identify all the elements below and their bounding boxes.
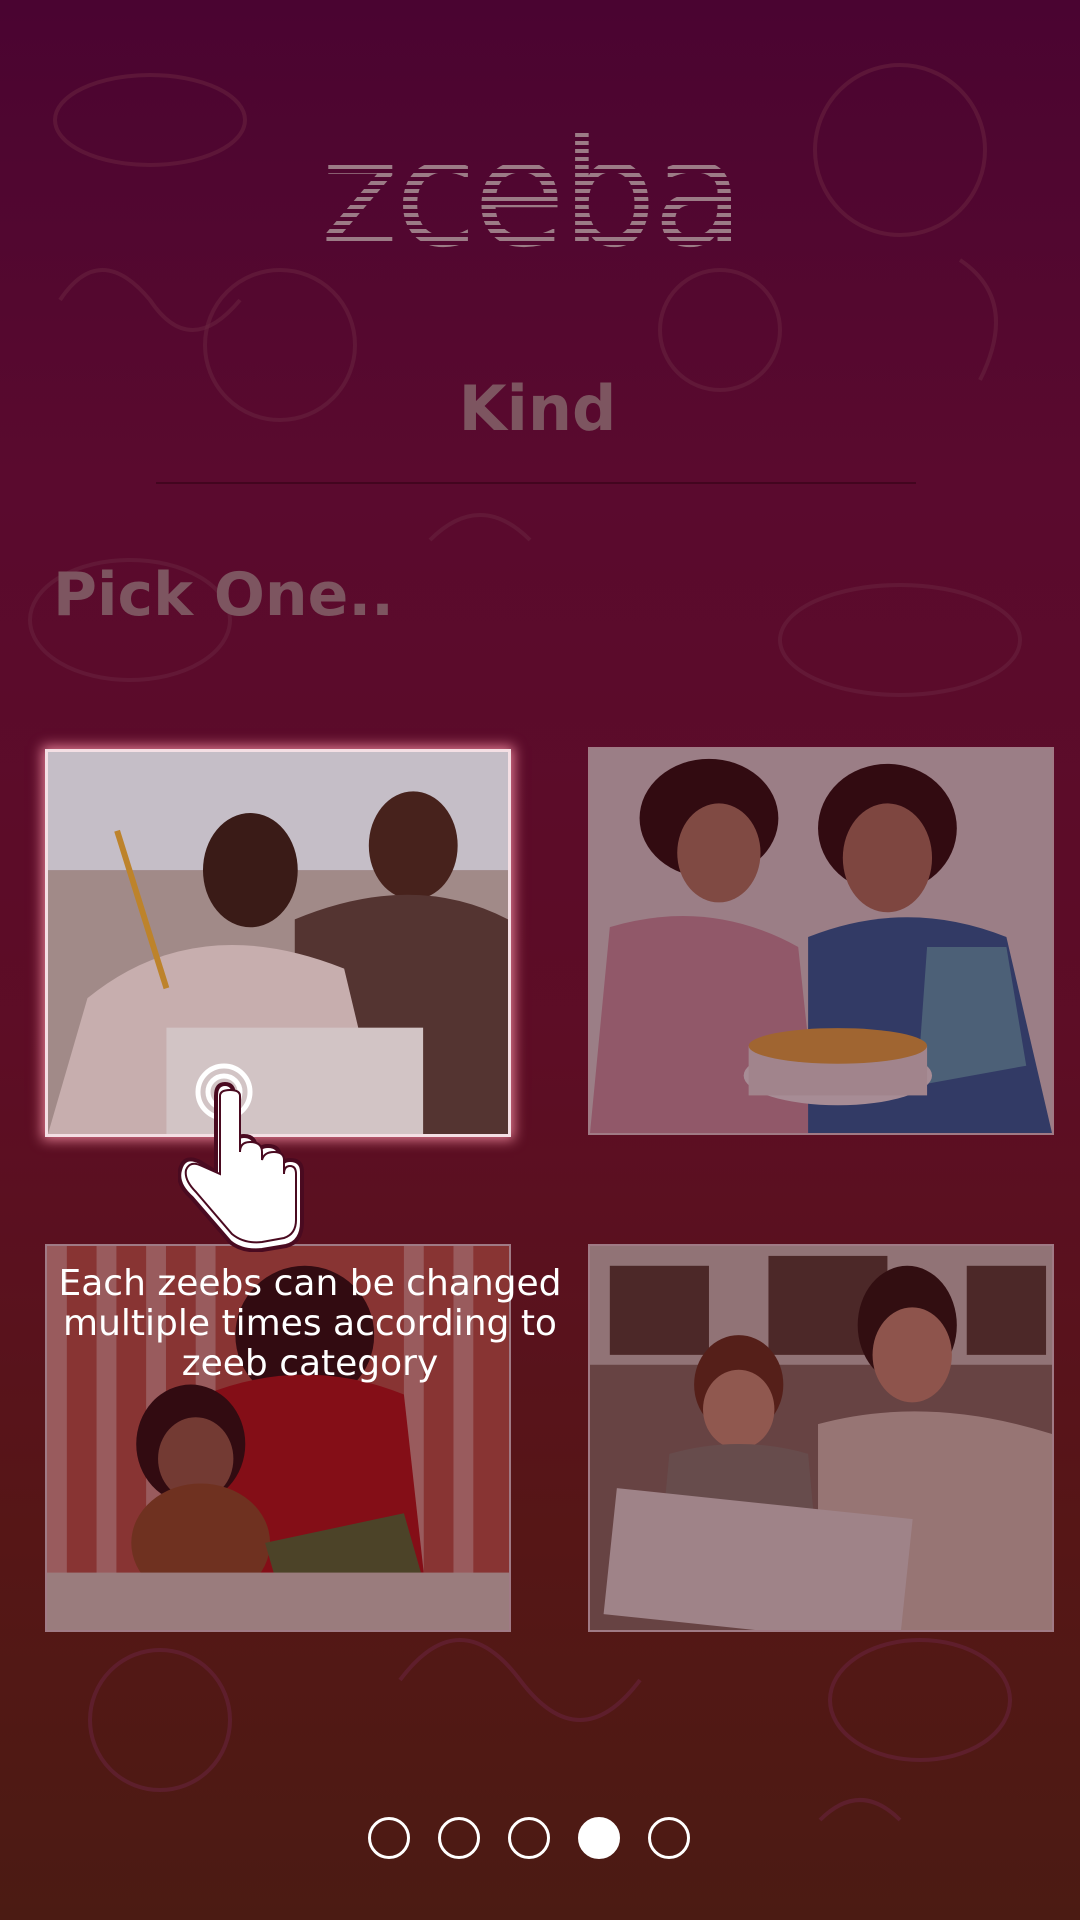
page-dot-3[interactable] bbox=[508, 1817, 550, 1859]
tap-hand-icon bbox=[178, 1063, 304, 1252]
pick-prompt: Pick One.. bbox=[53, 560, 394, 630]
category-title: Kind bbox=[458, 372, 617, 445]
svg-text:zceba: zceba bbox=[320, 125, 741, 260]
tile-overlay bbox=[590, 1246, 1052, 1630]
page-dot-1[interactable] bbox=[368, 1817, 410, 1859]
tile-overlay bbox=[590, 749, 1052, 1133]
tutorial-tooltip: Each zeebs can be changed multiple times… bbox=[58, 1263, 562, 1384]
zeeb-tile-4[interactable] bbox=[588, 1244, 1054, 1632]
page-dot-5[interactable] bbox=[648, 1817, 690, 1859]
zeeb-tile-2[interactable] bbox=[588, 747, 1054, 1135]
brand-logo: zceba bbox=[320, 125, 745, 260]
title-divider bbox=[156, 482, 916, 484]
page-dot-2[interactable] bbox=[438, 1817, 480, 1859]
pagination-dots bbox=[368, 1817, 690, 1865]
page-dot-4-active[interactable] bbox=[578, 1817, 620, 1859]
